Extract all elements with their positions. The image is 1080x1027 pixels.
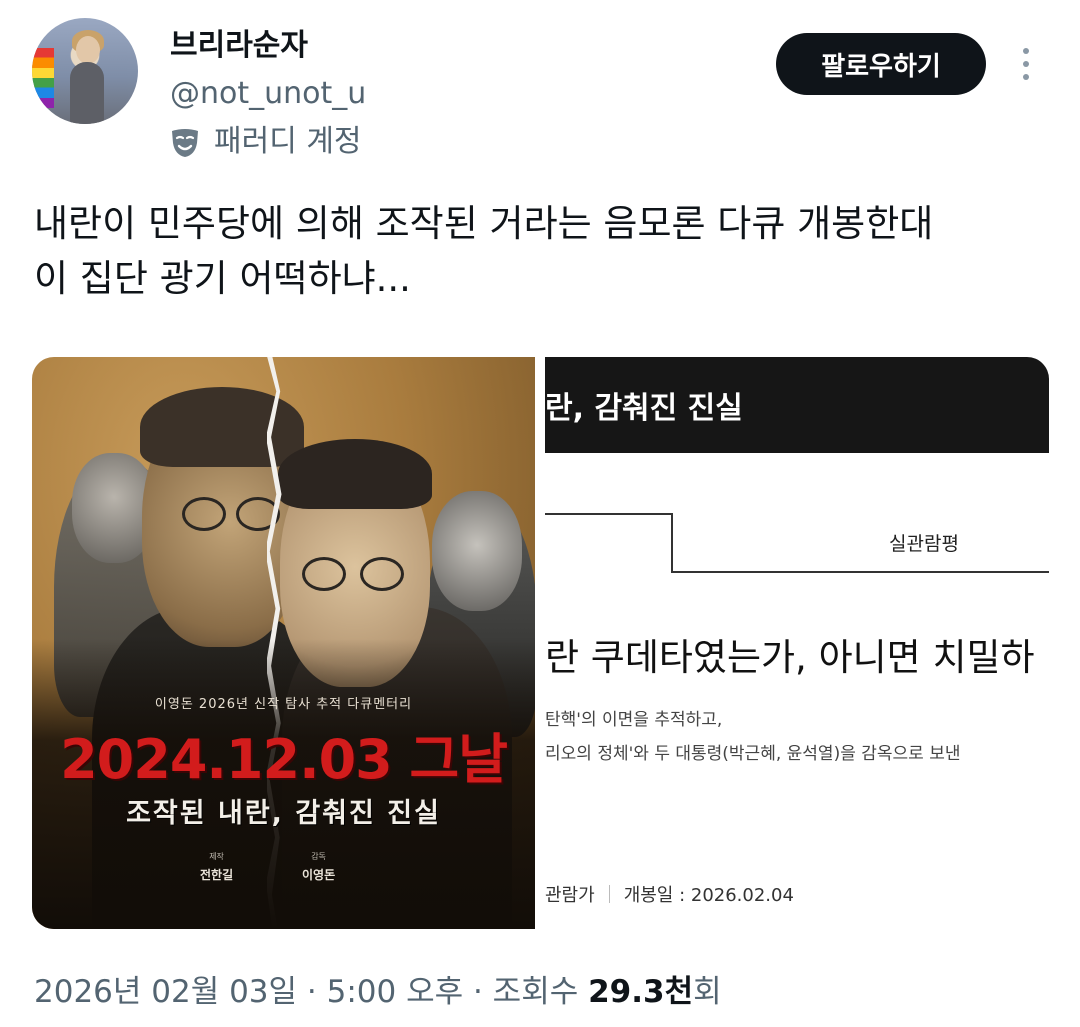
poster-glasses: [302, 557, 346, 591]
webpage-tab-label: 실관람평: [889, 533, 959, 555]
display-name[interactable]: 브리라순자: [170, 28, 308, 64]
more-options-icon[interactable]: [1006, 40, 1046, 88]
credit-name: 전한길: [200, 868, 234, 882]
follow-button[interactable]: 팔로우하기: [776, 33, 986, 95]
dot: [1023, 48, 1029, 54]
avatar-body: [70, 62, 104, 124]
poster-credit: 감독 이영돈: [302, 851, 335, 883]
rainbow-flag: [32, 48, 54, 108]
poster-glasses: [360, 557, 404, 591]
poster-credit: 제작 전한길: [200, 851, 233, 883]
dot: [1023, 61, 1029, 67]
webpage-body-line: 리오의 정체'와 두 대통령(박근혜, 윤석열)을 감옥으로 보낸: [545, 744, 961, 764]
avatar[interactable]: [32, 18, 138, 124]
user-handle[interactable]: @not_unot_u: [170, 76, 366, 112]
tweet-text: 내란이 민주당에 의해 조작된 거라는 음모론 다큐 개봉한대 이 집단 광기 …: [34, 196, 1054, 306]
poster-tagline: 조작된 내란, 감춰진 진실: [126, 798, 441, 829]
parody-account-badge: 패러디 계정: [168, 124, 362, 160]
media-image-poster[interactable]: 이영돈 2026년 신작 탐사 추적 다큐멘터리 2024.12.03 그날 조…: [32, 357, 535, 929]
poster-subtitle: 이영돈 2026년 신작 탐사 추적 다큐멘터리: [154, 697, 413, 712]
webpage-title: 란, 감춰진 진실: [545, 391, 743, 426]
webpage-meta: 관람가 개봉일 : 2026.02.04: [545, 881, 794, 907]
media-image-webpage[interactable]: 란, 감춰진 진실 실관람평 란 쿠데타였는가, 아니면 치밀하 탄핵'의 이면…: [545, 357, 1049, 929]
divider: [608, 885, 610, 903]
poster-glasses: [182, 497, 226, 531]
rating-label: 관람가: [545, 885, 595, 906]
credit-role: 감독: [311, 852, 326, 861]
poster-hair: [278, 439, 432, 509]
tweet-timestamp[interactable]: 2026년 02월 03일 · 5:00 오후 · 조회수 29.3천회: [34, 966, 722, 1011]
credit-role: 제작: [209, 852, 224, 861]
webpage-tab: [671, 513, 1049, 573]
webpage-headline: 란 쿠데타였는가, 아니면 치밀하: [545, 636, 1035, 679]
tweet-line: 내란이 민주당에 의해 조작된 거라는 음모론 다큐 개봉한대: [34, 202, 934, 245]
poster-hair: [140, 387, 304, 467]
view-suffix: 회: [693, 974, 722, 1010]
avatar-head: [76, 36, 100, 64]
datetime-text: 2026년 02월 03일 · 5:00 오후 · 조회수: [34, 974, 589, 1010]
view-count: 29.3천: [588, 974, 694, 1010]
webpage-topbar: 란, 감춰진 진실: [545, 357, 1049, 453]
dot: [1023, 74, 1029, 80]
release-date: 개봉일 : 2026.02.04: [623, 885, 794, 906]
poster-title: 2024.12.03 그날: [60, 728, 508, 791]
credit-name: 이영돈: [302, 868, 336, 882]
media-gallery: 이영돈 2026년 신작 탐사 추적 다큐멘터리 2024.12.03 그날 조…: [32, 357, 1049, 929]
parody-label: 패러디 계정: [214, 124, 362, 159]
webpage-body-line: 탄핵'의 이면을 추적하고,: [545, 710, 723, 730]
webpage-tab-divider: [545, 513, 671, 515]
theater-mask-icon: [172, 129, 198, 157]
tweet-line: 이 집단 광기 어떡하냐...: [34, 257, 411, 300]
poster-figure: [432, 491, 522, 611]
